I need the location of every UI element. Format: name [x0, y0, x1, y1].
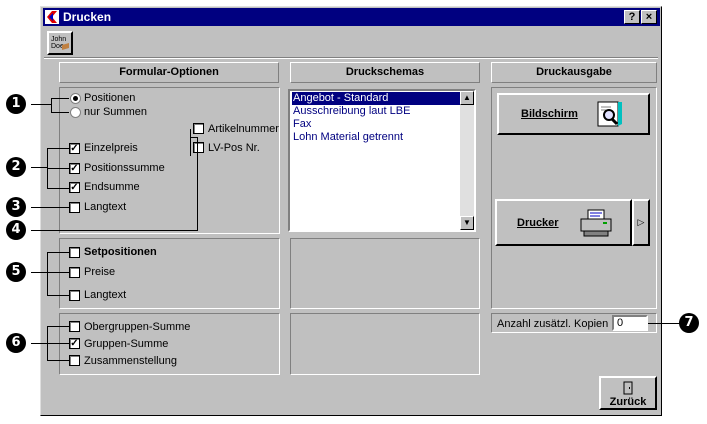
john-doe-icon: John Doe	[51, 36, 69, 50]
checkbox-set-langtext[interactable]	[69, 290, 80, 301]
druckschemas-listbox[interactable]: Angebot - Standard Ausschreibung laut LB…	[288, 89, 476, 232]
drucker-button[interactable]: Drucker	[495, 199, 632, 246]
callout-3: 3	[6, 197, 26, 217]
callout-line	[31, 343, 47, 344]
header-druckschemas: Druckschemas	[290, 62, 480, 83]
label-endsumme: Endsumme	[84, 181, 140, 193]
callout-line	[47, 168, 69, 169]
checkbox-preise[interactable]	[69, 267, 80, 278]
callout-6: 6	[6, 333, 26, 353]
callout-7: 7	[679, 313, 699, 333]
label-obergruppen-summe: Obergruppen-Summe	[84, 321, 191, 333]
label-setpositionen: Setpositionen	[84, 246, 157, 258]
callout-line	[47, 188, 69, 189]
checkbox-lv-pos-nr[interactable]	[193, 142, 204, 153]
label-artikelnummer: Artikelnummer	[208, 123, 279, 135]
label-positionen: Positionen	[84, 92, 136, 104]
checkbox-endsumme[interactable]: ✓	[69, 182, 80, 193]
label-lv-pos-nr: LV-Pos Nr.	[208, 142, 260, 154]
callout-line	[31, 272, 47, 273]
label-einzelpreis: Einzelpreis	[84, 142, 138, 154]
callout-line	[51, 98, 69, 99]
checkbox-obergruppen-summe[interactable]	[69, 321, 80, 332]
header-formular-optionen: Formular-Optionen	[59, 62, 279, 83]
checkbox-positionssumme[interactable]: ✓	[69, 163, 80, 174]
label-langtext: Langtext	[84, 201, 127, 213]
callout-line	[47, 343, 69, 344]
callout-line	[648, 323, 680, 324]
callout-line	[190, 137, 198, 138]
label-gruppen-summe: Gruppen-Summe	[84, 338, 169, 350]
callout-line	[47, 360, 69, 361]
callout-line	[51, 98, 52, 112]
callout-1: 1	[6, 94, 26, 114]
preview-magnifier-icon	[597, 101, 622, 127]
label-zusammenstellung: Zusammenstellung	[84, 355, 177, 367]
zurueck-label: Zurück	[609, 396, 647, 408]
checkbox-setpositionen[interactable]	[69, 247, 80, 258]
bildschirm-button[interactable]: Bildschirm	[497, 93, 650, 135]
scroll-down-icon[interactable]: ▼	[460, 216, 474, 230]
callout-line	[197, 137, 198, 231]
callout-line	[47, 295, 69, 296]
callout-line	[47, 326, 69, 327]
callout-line	[47, 252, 48, 296]
kopien-input[interactable]: 0	[612, 315, 648, 331]
toolbar-divider-highlight	[44, 58, 658, 59]
list-item[interactable]: Ausschreibung laut LBE	[292, 105, 410, 118]
callout-2: 2	[6, 157, 26, 177]
checkbox-artikelnummer[interactable]	[193, 123, 204, 134]
callout-line	[31, 104, 51, 105]
callout-line	[190, 129, 191, 156]
callout-5: 5	[6, 262, 26, 282]
zurueck-button[interactable]: Zurück	[599, 376, 657, 410]
drucker-options-button[interactable]: ▷	[632, 199, 650, 246]
callout-line	[47, 272, 69, 273]
john-doe-button[interactable]: John Doe	[47, 31, 73, 55]
label-positionssumme: Positionssumme	[84, 162, 165, 174]
callout-line	[47, 148, 69, 149]
callout-line	[47, 252, 69, 253]
checkbox-gruppen-summe[interactable]: ✓	[69, 338, 80, 349]
label-kopien: Anzahl zusätzl. Kopien	[497, 318, 609, 330]
door-exit-icon	[623, 381, 633, 395]
bildschirm-label: Bildschirm	[521, 108, 578, 120]
druckschemas-panel-2	[290, 238, 480, 309]
window-title: Drucken	[63, 10, 112, 24]
svg-text:John: John	[51, 36, 66, 43]
radio-nur-summen[interactable]	[70, 107, 81, 118]
drucker-label: Drucker	[517, 217, 559, 229]
printer-icon	[580, 209, 612, 237]
arrow-right-icon: ▷	[637, 217, 645, 227]
druckschemas-panel-3	[290, 313, 480, 375]
scroll-up-icon[interactable]: ▲	[460, 91, 474, 105]
list-item[interactable]: Fax	[292, 118, 311, 131]
callout-line	[31, 230, 198, 231]
app-icon	[45, 10, 59, 24]
radio-positionen[interactable]	[70, 93, 81, 104]
callout-line	[31, 167, 47, 168]
checkbox-zusammenstellung[interactable]	[69, 355, 80, 366]
list-item[interactable]: Lohn Material getrennt	[292, 131, 403, 144]
header-druckausgabe: Druckausgabe	[491, 62, 657, 83]
callout-4: 4	[6, 220, 26, 240]
callout-line	[31, 207, 69, 208]
list-item[interactable]: Angebot - Standard	[292, 92, 460, 105]
checkbox-langtext[interactable]	[69, 202, 80, 213]
help-button[interactable]: ?	[624, 10, 640, 24]
label-preise: Preise	[84, 266, 116, 278]
label-nur-summen: nur Summen	[84, 106, 147, 118]
close-button[interactable]: ×	[641, 10, 657, 24]
callout-line	[51, 112, 69, 113]
title-bar: Drucken ? ×	[43, 8, 660, 26]
label-set-langtext: Langtext	[84, 289, 127, 301]
vertical-scrollbar[interactable]: ▲ ▼	[460, 91, 474, 230]
checkbox-einzelpreis[interactable]: ✓	[69, 143, 80, 154]
